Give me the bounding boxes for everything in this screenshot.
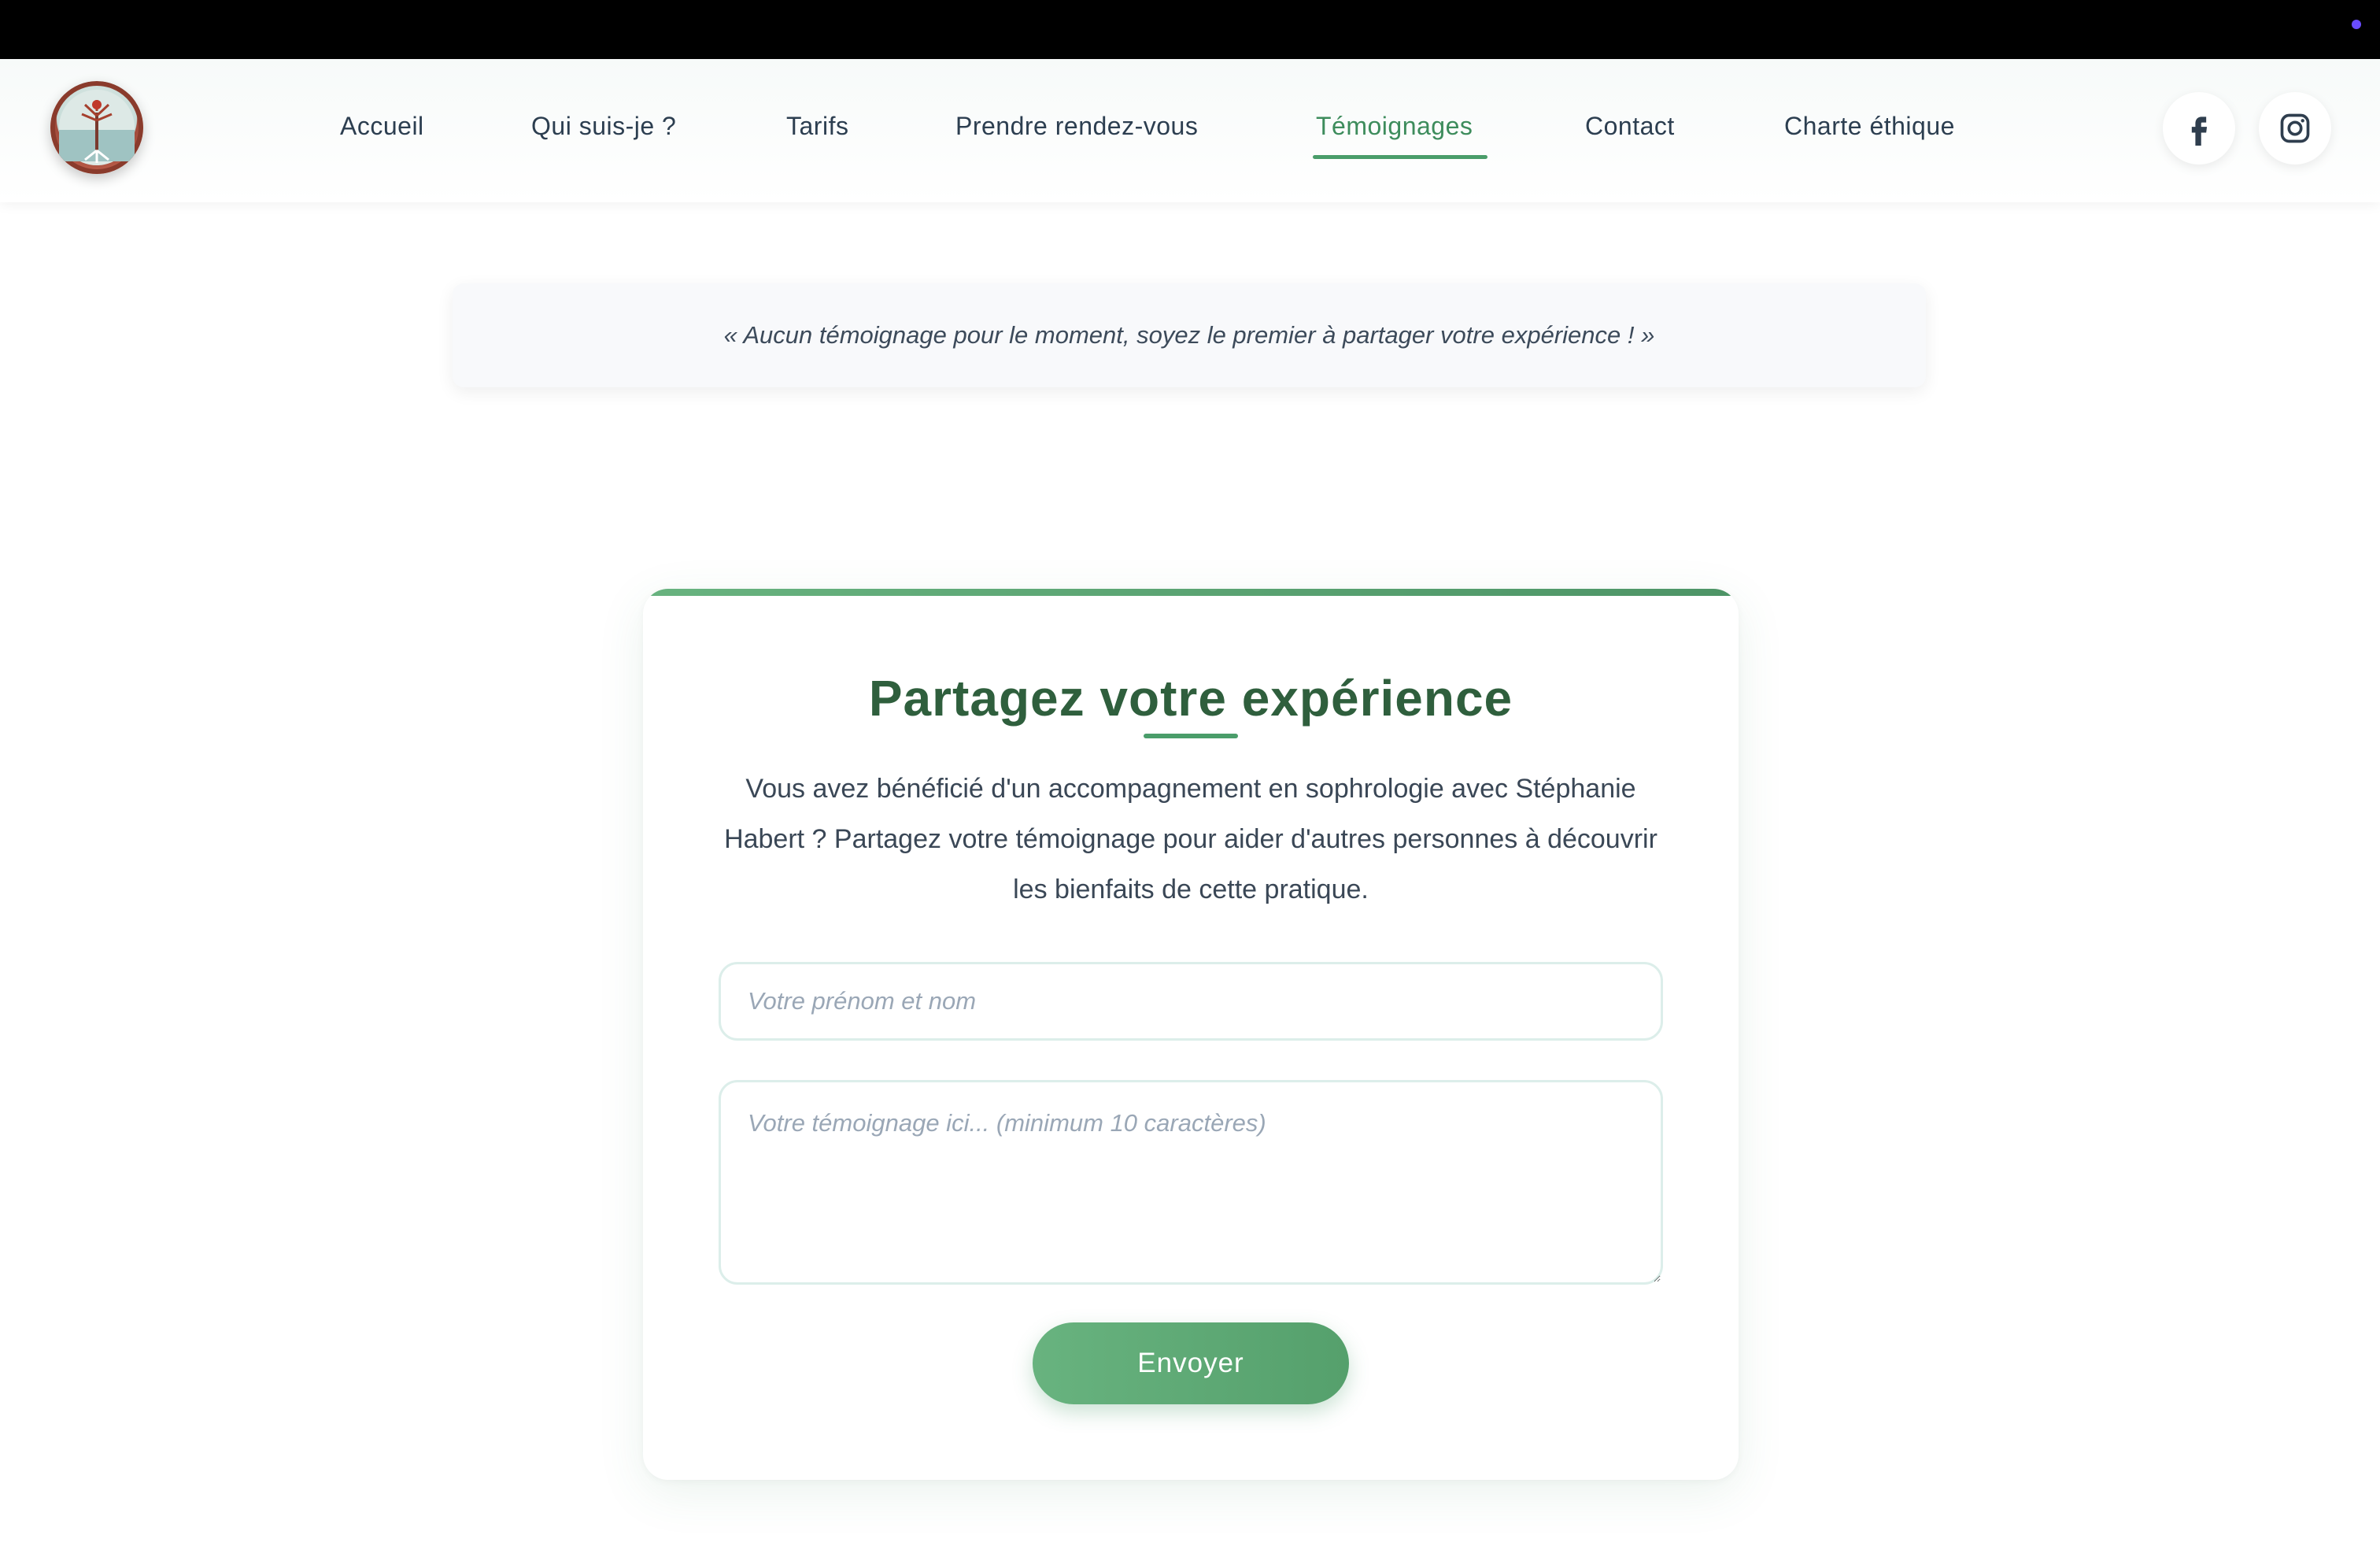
empty-testimonials-message: « Aucun témoignage pour le moment, soyez… (453, 283, 1926, 387)
site-header: Accueil Qui suis-je ? Tarifs Prendre ren… (0, 59, 2380, 202)
submit-button[interactable]: Envoyer (1033, 1322, 1349, 1404)
card-accent-bar (643, 589, 1739, 596)
nav-link-tarifs[interactable]: Tarifs (786, 112, 848, 141)
form-description: Vous avez bénéficié d'un accompagnement … (724, 774, 1658, 904)
facebook-icon (2191, 117, 2208, 146)
active-nav-indicator (1313, 155, 1488, 159)
nav-link-accueil[interactable]: Accueil (340, 112, 424, 141)
nav-link-temoignages[interactable]: Témoignages (1316, 112, 1473, 141)
main-navigation: Accueil Qui suis-je ? Tarifs Prendre ren… (0, 59, 2380, 202)
nav-link-contact[interactable]: Contact (1585, 112, 1675, 141)
testimonial-textarea[interactable] (719, 1080, 1663, 1285)
browser-top-bar (0, 0, 2380, 59)
form-title: Partagez votre expérience (868, 670, 1513, 727)
nav-link-charte-ethique[interactable]: Charte éthique (1784, 112, 1955, 141)
nav-link-qui-suis-je[interactable]: Qui suis-je ? (531, 112, 676, 141)
instagram-icon (2280, 113, 2310, 143)
facebook-button[interactable] (2163, 92, 2235, 165)
title-underline (1144, 734, 1238, 738)
testimonial-form-card: Partagez votre expérience Vous avez béné… (643, 589, 1739, 1480)
instagram-button[interactable] (2259, 92, 2331, 165)
nav-link-prendre-rendez-vous[interactable]: Prendre rendez-vous (955, 112, 1198, 141)
status-dot (2352, 20, 2361, 29)
name-input[interactable] (719, 962, 1663, 1041)
